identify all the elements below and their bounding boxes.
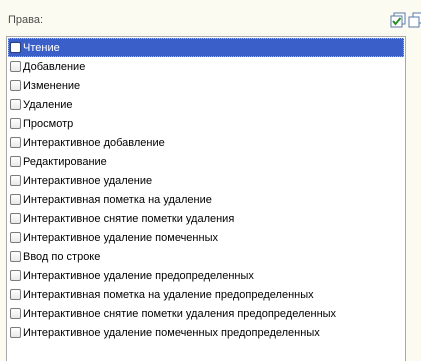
copy-button[interactable] <box>408 12 421 28</box>
checkbox[interactable] <box>10 232 21 243</box>
list-item-label: Интерактивная пометка на удаление <box>23 193 212 206</box>
list-item-interactive-delete-marked-predefined[interactable]: Интерактивное удаление помеченных предоп… <box>8 323 404 342</box>
checkbox[interactable] <box>10 61 21 72</box>
list-item-interactive-set-deletion-mark[interactable]: Интерактивная пометка на удаление <box>8 190 404 209</box>
checkbox[interactable] <box>10 118 21 129</box>
list-item-label: Интерактивное снятие пометки удаления <box>23 212 235 225</box>
list-item-view[interactable]: Просмотр <box>8 114 404 133</box>
checkbox[interactable] <box>10 251 21 262</box>
check-all-icon <box>390 12 406 28</box>
list-item-input-by-string[interactable]: Ввод по строке <box>8 247 404 266</box>
checkbox[interactable] <box>10 289 21 300</box>
checkbox[interactable] <box>10 327 21 338</box>
list-item-label: Интерактивное снятие пометки удаления пр… <box>23 307 337 320</box>
list-item-interactive-delete-marked[interactable]: Интерактивное удаление помеченных <box>8 228 404 247</box>
check-all-button[interactable] <box>390 12 406 28</box>
checkbox[interactable] <box>10 194 21 205</box>
list-item-add[interactable]: Добавление <box>8 57 404 76</box>
checkbox[interactable] <box>10 270 21 281</box>
list-item-label: Интерактивное добавление <box>23 136 165 149</box>
list-item-delete[interactable]: Удаление <box>8 95 404 114</box>
list-item-label: Интерактивная пометка на удаление предоп… <box>23 288 314 301</box>
list-item-label: Добавление <box>23 60 86 73</box>
checkbox[interactable] <box>10 99 21 110</box>
list-item-read[interactable]: Чтение <box>8 38 404 57</box>
list-item-label: Интерактивное удаление предопределенных <box>23 269 254 282</box>
list-item-interactive-delete[interactable]: Интерактивное удаление <box>8 171 404 190</box>
checkbox[interactable] <box>10 137 21 148</box>
list-item-label: Чтение <box>23 41 60 54</box>
list-item-label: Просмотр <box>23 117 74 130</box>
list-item-interactive-clear-deletion-mark-predefined[interactable]: Интерактивное снятие пометки удаления пр… <box>8 304 404 323</box>
list-item-interactive-set-deletion-mark-predefined[interactable]: Интерактивная пометка на удаление предоп… <box>8 285 404 304</box>
checkbox[interactable] <box>10 175 21 186</box>
list-item-label: Удаление <box>23 98 73 111</box>
list-item-label: Интерактивное удаление помеченных предоп… <box>23 326 320 339</box>
copy-icon <box>408 12 421 28</box>
list-item-interactive-insert[interactable]: Интерактивное добавление <box>8 133 404 152</box>
list-item-interactive-delete-predefined[interactable]: Интерактивное удаление предопределенных <box>8 266 404 285</box>
rights-header: Права: <box>8 12 421 28</box>
checkbox[interactable] <box>10 308 21 319</box>
list-item-label: Ввод по строке <box>23 250 101 263</box>
rights-label: Права: <box>8 14 44 26</box>
list-item-label: Редактирование <box>23 155 107 168</box>
list-item-interactive-clear-deletion-mark[interactable]: Интерактивное снятие пометки удаления <box>8 209 404 228</box>
checkbox[interactable] <box>10 213 21 224</box>
checkbox[interactable] <box>10 80 21 91</box>
list-item-label: Интерактивное удаление помеченных <box>23 231 218 244</box>
list-item-edit[interactable]: Редактирование <box>8 152 404 171</box>
checkbox[interactable] <box>10 42 21 53</box>
checkbox[interactable] <box>10 156 21 167</box>
list-item-label: Интерактивное удаление <box>23 174 153 187</box>
list-item-update[interactable]: Изменение <box>8 76 404 95</box>
rights-list[interactable]: Чтение Добавление Изменение Удаление Про… <box>6 36 406 361</box>
list-item-label: Изменение <box>23 79 81 92</box>
